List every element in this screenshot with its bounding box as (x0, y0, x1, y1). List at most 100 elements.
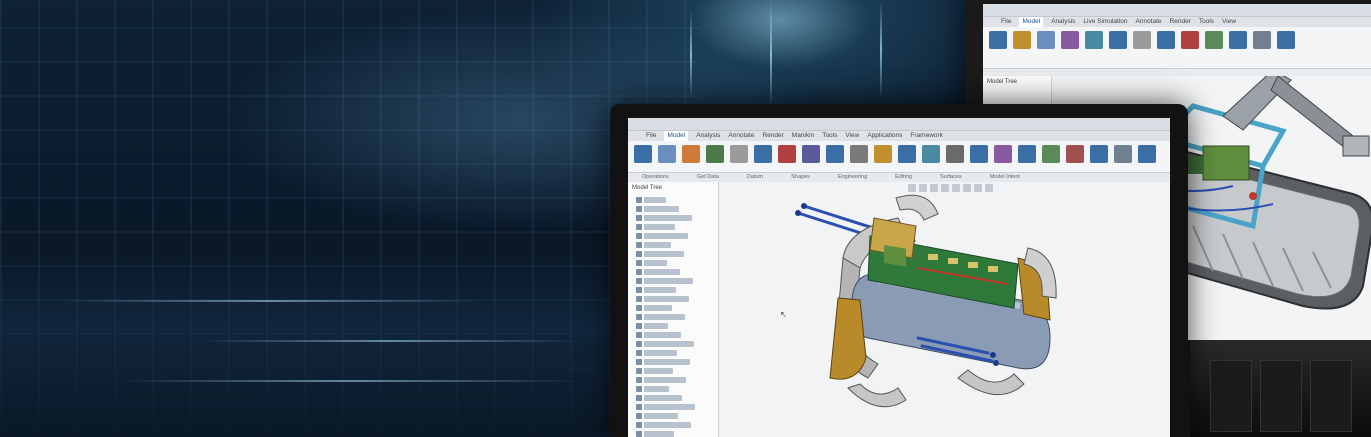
tree-row[interactable] (636, 350, 677, 356)
cylindrical-assembly-model (795, 194, 1057, 408)
tree-row[interactable] (636, 215, 692, 221)
ribbon-icon[interactable] (730, 145, 748, 163)
back-menu-tab[interactable]: Render (1170, 17, 1191, 27)
tree-row[interactable] (636, 368, 673, 374)
light-streak (60, 300, 480, 302)
tree-row[interactable] (636, 206, 679, 212)
back-titlebar (983, 4, 1371, 17)
back-menu-bar: File Model Analysis Live Simulation Anno… (983, 17, 1371, 27)
back-ribbon (983, 27, 1371, 69)
tree-row[interactable] (636, 233, 688, 239)
light-beam (880, 0, 882, 100)
ribbon-icon[interactable] (850, 145, 868, 163)
tree-row[interactable] (636, 287, 676, 293)
back-menu-tab[interactable]: File (1001, 17, 1011, 27)
ribbon-icon[interactable] (1109, 31, 1127, 49)
tree-row[interactable] (636, 332, 681, 338)
ribbon-icon[interactable] (989, 31, 1007, 49)
tree-row[interactable] (636, 431, 674, 437)
tree-row[interactable] (636, 197, 666, 203)
ribbon-icon[interactable] (1205, 31, 1223, 49)
ribbon-group-label: Get Data (696, 174, 719, 180)
ribbon-icon[interactable] (1085, 31, 1103, 49)
tree-row[interactable] (636, 269, 680, 275)
back-menu-tab[interactable]: View (1222, 17, 1236, 27)
front-menu-tab[interactable]: File (646, 131, 656, 141)
tree-row[interactable] (636, 305, 672, 311)
ribbon-icon[interactable] (1061, 31, 1079, 49)
front-tree-title: Model Tree (632, 185, 663, 191)
tree-row[interactable] (636, 314, 685, 320)
tree-row[interactable] (636, 341, 694, 347)
front-workspace: Model Tree ↖ (628, 182, 1170, 437)
tree-row[interactable] (636, 224, 675, 230)
back-menu-tab[interactable]: Live Simulation (1083, 17, 1127, 27)
ribbon-icon[interactable] (1114, 145, 1132, 163)
ribbon-icon[interactable] (778, 145, 796, 163)
back-menu-tab[interactable]: Annotate (1136, 17, 1162, 27)
back-menu-tab[interactable]: Analysis (1051, 17, 1075, 27)
ribbon-icon[interactable] (994, 145, 1012, 163)
ribbon-icon[interactable] (1253, 31, 1271, 49)
ribbon-group-label: Model Intent (989, 174, 1020, 180)
tree-row[interactable] (636, 413, 678, 419)
mouse-cursor-icon: ↖ (780, 310, 787, 319)
light-streak (120, 380, 580, 382)
ribbon-icon[interactable] (922, 145, 940, 163)
tree-row[interactable] (636, 395, 682, 401)
front-monitor: File Model Analysis Annotate Render Mani… (610, 104, 1188, 437)
tree-row[interactable] (636, 377, 686, 383)
tree-row[interactable] (636, 422, 691, 428)
ribbon-icon[interactable] (634, 145, 652, 163)
tree-row[interactable] (636, 323, 668, 329)
tree-row[interactable] (636, 386, 669, 392)
tree-row[interactable] (636, 251, 684, 257)
front-menu-tab[interactable]: Analysis (696, 131, 720, 141)
front-menu-tab[interactable]: Tools (822, 131, 837, 141)
ribbon-icon[interactable] (1133, 31, 1151, 49)
tree-row[interactable] (636, 296, 689, 302)
front-menu-tab[interactable]: Annotate (728, 131, 754, 141)
front-screen: File Model Analysis Annotate Render Mani… (628, 118, 1170, 437)
ribbon-icon[interactable] (1181, 31, 1199, 49)
hero-banner: File Model Analysis Live Simulation Anno… (0, 0, 1371, 437)
ribbon-icon[interactable] (1037, 31, 1055, 49)
ribbon-icon[interactable] (1066, 145, 1084, 163)
ribbon-icon[interactable] (1229, 31, 1247, 49)
front-menu-tab[interactable]: Applications (867, 131, 902, 141)
ribbon-group-label: Engineering (837, 174, 868, 180)
front-menu-tab[interactable]: View (845, 131, 859, 141)
ribbon-icon[interactable] (1090, 145, 1108, 163)
ribbon-icon[interactable] (1018, 145, 1036, 163)
back-menu-tab[interactable]: Model (1019, 17, 1044, 27)
ribbon-icon[interactable] (1042, 145, 1060, 163)
ribbon-icon[interactable] (1157, 31, 1175, 49)
ribbon-icon[interactable] (898, 145, 916, 163)
ribbon-icon[interactable] (874, 145, 892, 163)
ribbon-icon[interactable] (1277, 31, 1295, 49)
tree-row[interactable] (636, 278, 693, 284)
ribbon-icon[interactable] (682, 145, 700, 163)
ribbon-icon[interactable] (1013, 31, 1031, 49)
front-menu-tab[interactable]: Framework (910, 131, 943, 141)
ribbon-icon[interactable] (826, 145, 844, 163)
tree-row[interactable] (636, 242, 671, 248)
front-menu-tab[interactable]: Manikin (792, 131, 814, 141)
ribbon-icon[interactable] (802, 145, 820, 163)
front-menu-tab[interactable]: Render (762, 131, 783, 141)
front-menu-tab[interactable]: Model (664, 131, 689, 141)
light-streak (200, 340, 580, 342)
ribbon-icon[interactable] (1138, 145, 1156, 163)
light-beam (690, 10, 692, 100)
back-menu-tab[interactable]: Tools (1199, 17, 1214, 27)
ribbon-group-label: Shapes (791, 174, 810, 180)
ribbon-icon[interactable] (754, 145, 772, 163)
tree-row[interactable] (636, 404, 695, 410)
ribbon-icon[interactable] (658, 145, 676, 163)
ribbon-icon[interactable] (970, 145, 988, 163)
tree-row[interactable] (636, 359, 690, 365)
ribbon-icon[interactable] (706, 145, 724, 163)
tree-row[interactable] (636, 260, 667, 266)
front-ribbon (628, 141, 1170, 173)
ribbon-icon[interactable] (946, 145, 964, 163)
